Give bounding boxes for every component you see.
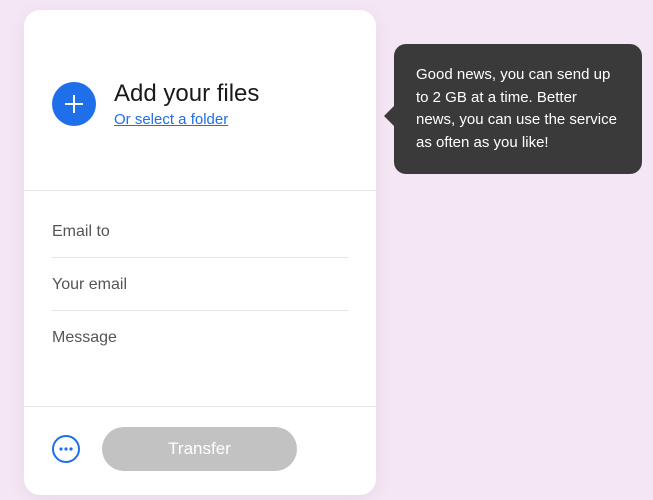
more-options-button[interactable] bbox=[52, 435, 80, 463]
message-input[interactable] bbox=[52, 329, 348, 365]
email-to-input[interactable] bbox=[52, 223, 348, 241]
info-tooltip: Good news, you can send up to 2 GB at a … bbox=[394, 44, 642, 174]
add-files-button[interactable] bbox=[52, 82, 96, 126]
plus-icon bbox=[64, 94, 84, 114]
your-email-field bbox=[52, 258, 348, 311]
message-field bbox=[52, 311, 348, 398]
dots-icon bbox=[59, 447, 73, 451]
tooltip-text: Good news, you can send up to 2 GB at a … bbox=[416, 66, 617, 151]
footer-section: Transfer bbox=[24, 407, 376, 495]
upload-text: Add your files Or select a folder bbox=[114, 80, 259, 128]
upload-title: Add your files bbox=[114, 80, 259, 109]
upload-section: Add your files Or select a folder bbox=[24, 10, 376, 191]
fields-section bbox=[24, 191, 376, 407]
transfer-card: Add your files Or select a folder Transf… bbox=[24, 10, 376, 495]
transfer-button[interactable]: Transfer bbox=[102, 427, 297, 471]
email-to-field bbox=[52, 205, 348, 258]
your-email-input[interactable] bbox=[52, 276, 348, 294]
select-folder-link[interactable]: Or select a folder bbox=[114, 111, 259, 128]
